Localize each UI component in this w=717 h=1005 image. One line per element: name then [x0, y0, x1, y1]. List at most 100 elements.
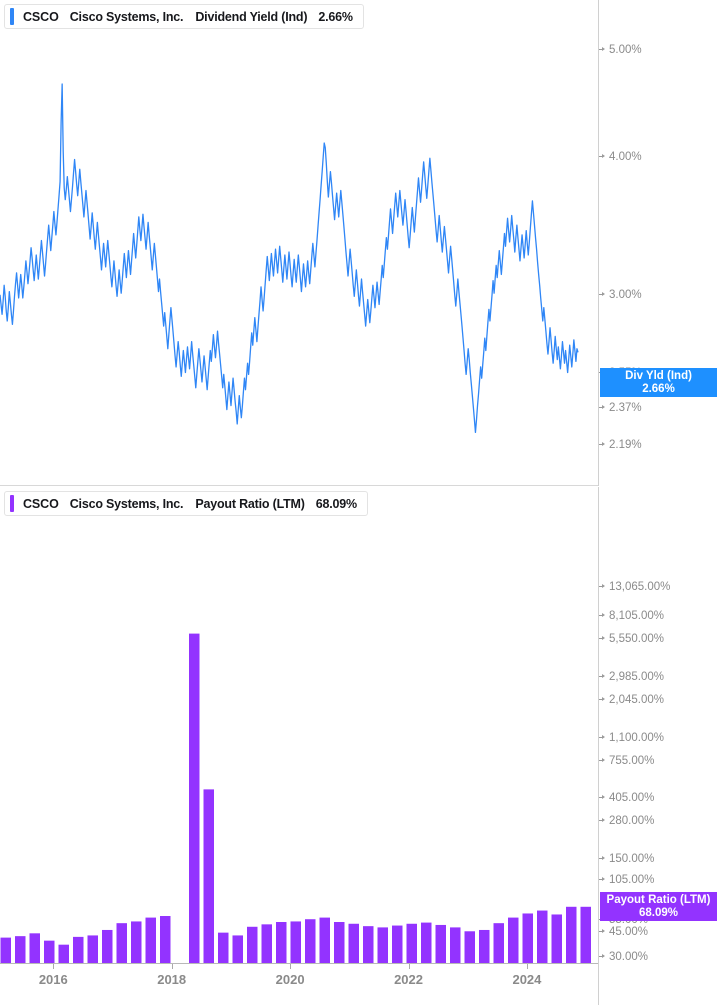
payout-ratio-y-axis: 13,065.00% 8,105.00% 5,550.00% 2,985.00% 2,0… [598, 487, 717, 1005]
payout-ratio-bar [44, 940, 55, 963]
legend-color-swatch [10, 8, 14, 25]
tick-text: 2020 [275, 972, 305, 987]
payout-ratio-bar [363, 926, 374, 963]
tick-mark-icon [599, 697, 605, 702]
dividend-yield-current-badge: Div Yld (Ind) 2.66% [600, 368, 717, 397]
legend-metric-value: 68.09% [315, 496, 357, 511]
tick-text: 2,985.00% [609, 671, 664, 684]
legend-metric-value: 2.66% [318, 9, 353, 24]
payout-ratio-panel: CSCO Cisco Systems, Inc. Payout Ratio (L… [0, 487, 717, 1005]
payout-ratio-bar [348, 923, 359, 963]
tick-mark-icon [599, 636, 605, 641]
tick-mark-icon [290, 964, 292, 969]
tick-mark-icon [599, 613, 605, 618]
payout-ratio-bar [87, 935, 98, 963]
badge-title: Payout Ratio (LTM) [606, 894, 711, 906]
tick-mark-icon [599, 404, 605, 409]
dividend-yield-line [0, 83, 579, 434]
payout-ratio-bar-svg [0, 633, 591, 963]
tick-mark-icon [526, 964, 528, 969]
payout-ratio-bar [29, 933, 40, 963]
tick-mark-icon [599, 584, 605, 589]
payout-ratio-bar [261, 924, 272, 963]
payout-ratio-bar [290, 921, 301, 963]
dividend-yield-plot-area [0, 0, 598, 486]
payout-ratio-bar [319, 917, 330, 963]
tick-mark-icon [599, 442, 605, 447]
payout-ratio-bar [464, 931, 475, 963]
tick-text: 30.00% [609, 950, 649, 963]
tick-mark-icon [599, 928, 605, 933]
x-axis-years: 2016 2018 2020 2022 2024 [0, 964, 598, 1005]
payout-ratio-bar [15, 936, 26, 963]
payout-ratio-bar [566, 906, 577, 963]
tick-text: 2.19% [609, 439, 642, 452]
payout-ratio-bar [406, 923, 417, 963]
tick-mark-icon [599, 817, 605, 822]
legend-company-name: Cisco Systems, Inc. [69, 9, 184, 24]
legend-payout-ratio[interactable]: CSCO Cisco Systems, Inc. Payout Ratio (L… [4, 491, 368, 516]
payout-ratio-bar [305, 919, 316, 963]
badge-value: 68.09% [638, 907, 678, 919]
tick-mark-icon [53, 964, 55, 969]
payout-ratio-bar [421, 922, 432, 963]
payout-ratio-bar [73, 936, 84, 963]
tick-text: 2.37% [609, 401, 642, 414]
tick-text: 5.00% [609, 44, 642, 57]
tick-text: 1,100.00% [609, 731, 664, 744]
payout-ratio-bar [334, 922, 345, 963]
tick-mark-icon [599, 953, 605, 958]
tick-mark-icon [599, 47, 605, 52]
tick-mark-icon [599, 674, 605, 679]
payout-ratio-bar [580, 906, 591, 963]
payout-ratio-bar [116, 923, 127, 963]
payout-ratio-bar [435, 924, 446, 963]
tick-text: 405.00% [609, 792, 655, 805]
legend-dividend-yield[interactable]: CSCO Cisco Systems, Inc. Dividend Yield … [4, 4, 364, 29]
payout-ratio-bar [0, 937, 11, 963]
payout-ratio-bar [247, 926, 258, 963]
payout-ratio-plot-area [0, 487, 598, 1005]
tick-text: 150.00% [609, 852, 655, 865]
tick-mark-icon [408, 964, 410, 969]
payout-ratio-bar [551, 914, 562, 963]
payout-ratio-bar [203, 789, 214, 963]
payout-ratio-bar [276, 922, 287, 963]
payout-ratio-bar [479, 929, 490, 963]
tick-mark-icon [599, 734, 605, 739]
tick-text: 5,550.00% [609, 633, 664, 646]
payout-ratio-bar [508, 917, 519, 963]
legend-metric-name: Payout Ratio (LTM) [195, 496, 305, 511]
tick-text: 280.00% [609, 814, 655, 827]
payout-ratio-bar [145, 917, 156, 963]
legend-company-name: Cisco Systems, Inc. [69, 496, 184, 511]
legend-ticker: CSCO [23, 9, 59, 24]
payout-ratio-bar [493, 923, 504, 963]
tick-text: 45.00% [609, 925, 649, 938]
tick-mark-icon [599, 291, 605, 296]
payout-ratio-current-badge: Payout Ratio (LTM) 68.09% [600, 892, 717, 921]
payout-ratio-bar [102, 929, 113, 963]
payout-ratio-bar [450, 927, 461, 963]
tick-text: 2016 [38, 972, 68, 987]
badge-title: Div Yld (Ind) [625, 370, 692, 382]
dividend-yield-line-svg [0, 83, 579, 434]
tick-text: 2018 [157, 972, 187, 987]
dividend-yield-y-axis: 5.00%4.00%3.00%2.55%2.37%2.19% [598, 0, 717, 486]
tick-text: 13,065.00% [609, 581, 671, 594]
tick-text: 4.00% [609, 151, 642, 164]
payout-ratio-bar [392, 925, 403, 963]
tick-mark-icon [599, 795, 605, 800]
tick-mark-icon [171, 964, 173, 969]
panel-divider [0, 485, 598, 486]
tick-text: 2,045.00% [609, 694, 664, 707]
tick-mark-icon [599, 757, 605, 762]
tick-text: 8,105.00% [609, 610, 664, 623]
payout-ratio-bar [522, 913, 533, 963]
legend-metric-name: Dividend Yield (Ind) [195, 9, 308, 24]
tick-text: 3.00% [609, 288, 642, 301]
tick-text: 755.00% [609, 754, 655, 767]
tick-text: 105.00% [609, 874, 655, 887]
tick-text: 2024 [512, 972, 542, 987]
legend-ticker: CSCO [23, 496, 59, 511]
